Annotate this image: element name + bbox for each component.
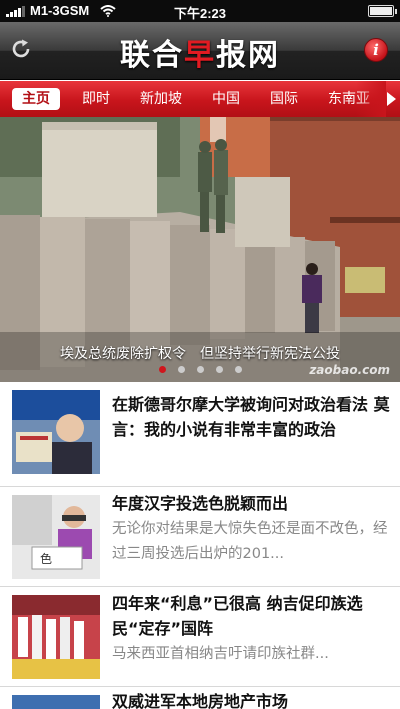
- slide-dot[interactable]: [234, 366, 242, 373]
- slide-dot[interactable]: [177, 366, 185, 373]
- logo-text-2: 报网: [216, 38, 280, 73]
- article-item[interactable]: 色 年度汉字投选色脱颖而出 无论你对结果是大惊失色还是面不改色，经过三周投选后出…: [0, 487, 400, 587]
- article-title[interactable]: 四年来“利息”已很高 纳吉促印族选民“定存”国阵: [112, 591, 392, 641]
- article-thumbnail: [12, 695, 100, 709]
- hero-slideshow[interactable]: 埃及总统废除扩权令 但坚持举行新宪法公投 zaobao.com: [0, 117, 400, 382]
- category-tabs: 主页 即时 新加坡 中国 国际 东南亚: [12, 88, 392, 110]
- slide-dot[interactable]: [215, 366, 223, 373]
- app-header: 联合早报网 i: [0, 22, 400, 80]
- svg-text:色: 色: [40, 552, 52, 566]
- article-title[interactable]: 年度汉字投选色脱颖而出: [112, 491, 392, 516]
- article-list: 在斯德哥尔摩大学被询问对政治看法 莫言：我的小说有非常丰富的政治 色 年度汉字投…: [0, 382, 400, 709]
- app-logo: 联合早报网: [0, 30, 400, 74]
- scroll-right-arrow-icon[interactable]: [387, 92, 396, 106]
- category-nav: 主页 即时 新加坡 中国 国际 东南亚: [0, 81, 400, 117]
- hero-caption[interactable]: 埃及总统废除扩权令 但坚持举行新宪法公投: [0, 343, 400, 363]
- article-summary[interactable]: 无论你对结果是大惊失色还是面不改色，经过三周投选后出炉的201...: [112, 517, 392, 567]
- article-thumbnail: [12, 595, 100, 679]
- status-bar: M1-3GSM 下午2:23: [0, 0, 400, 22]
- battery-icon: [368, 5, 397, 17]
- logo-text-1: 联合: [120, 38, 184, 73]
- article-item[interactable]: 四年来“利息”已很高 纳吉促印族选民“定存”国阵 马来西亚首相纳吉吁请印族社群.…: [0, 587, 400, 687]
- article-thumbnail: 色: [12, 495, 100, 579]
- slide-indicator: [0, 366, 400, 373]
- tab-instant[interactable]: 即时: [74, 88, 118, 110]
- slide-dot[interactable]: [158, 366, 166, 373]
- tab-china[interactable]: 中国: [204, 88, 248, 110]
- slide-dot[interactable]: [196, 366, 204, 373]
- article-summary[interactable]: 马来西亚首相纳吉吁请印族社群...: [112, 642, 392, 667]
- article-title[interactable]: 在斯德哥尔摩大学被询问对政治看法 莫言：我的小说有非常丰富的政治: [112, 392, 392, 442]
- info-button[interactable]: i: [364, 38, 388, 62]
- article-item[interactable]: 双威进军本地房地产市场: [0, 687, 400, 709]
- article-item[interactable]: 在斯德哥尔摩大学被询问对政治看法 莫言：我的小说有非常丰富的政治: [0, 382, 400, 487]
- article-title[interactable]: 双威进军本地房地产市场: [112, 689, 392, 709]
- logo-accent-text: 早: [184, 38, 216, 73]
- article-thumbnail: [12, 390, 100, 474]
- status-time: 下午2:23: [173, 6, 227, 21]
- tab-singapore[interactable]: 新加坡: [132, 88, 190, 110]
- tab-home[interactable]: 主页: [12, 88, 60, 110]
- tab-international[interactable]: 国际: [262, 88, 306, 110]
- nav-fade: [356, 81, 386, 117]
